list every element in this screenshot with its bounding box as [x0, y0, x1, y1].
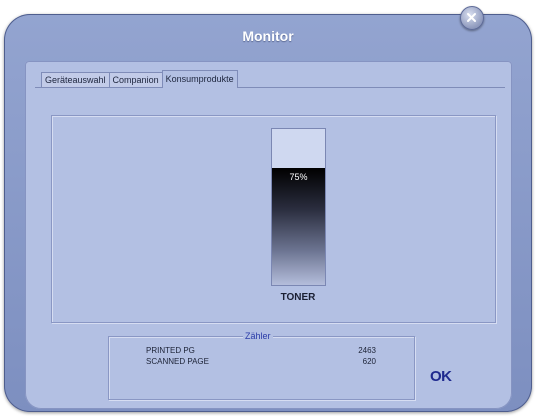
- counter-label-scanned: SCANNED PAGE: [146, 357, 209, 366]
- toner-label: TONER: [280, 292, 316, 303]
- window-title: Monitor: [242, 28, 294, 44]
- counter-legend: Zähler: [243, 330, 273, 342]
- toner-level-fill: [272, 168, 325, 285]
- counter-row-printed: PRINTED PG 2463: [146, 346, 376, 355]
- tab-geraeteauswahl[interactable]: Geräteauswahl: [41, 72, 110, 88]
- monitor-window: Monitor Geräteauswahl Companion Konsumpr…: [4, 6, 532, 412]
- ok-button[interactable]: OK: [430, 368, 456, 388]
- counter-group: Zähler PRINTED PG 2463 SCANNED PAGE 620: [108, 330, 415, 400]
- toner-level-gauge: 75%: [271, 128, 326, 286]
- toner-level-percent: 75%: [289, 172, 308, 182]
- tab-divider: [35, 87, 505, 88]
- close-icon: [467, 13, 476, 22]
- tab-konsumprodukte[interactable]: Konsumprodukte: [161, 70, 238, 88]
- tab-companion[interactable]: Companion: [108, 72, 163, 88]
- counter-row-scanned: SCANNED PAGE 620: [146, 357, 376, 366]
- dialog-body: Geräteauswahl Companion Konsumprodukte 7…: [25, 61, 512, 409]
- close-button[interactable]: [460, 6, 484, 30]
- counter-label-printed: PRINTED PG: [146, 346, 195, 355]
- counter-value-printed: 2463: [358, 346, 376, 355]
- tab-bar: Geräteauswahl Companion Konsumprodukte: [41, 70, 238, 88]
- consumables-panel: 75% TONER: [51, 115, 496, 323]
- title-bar[interactable]: Monitor: [4, 14, 532, 60]
- counter-value-scanned: 620: [362, 357, 376, 366]
